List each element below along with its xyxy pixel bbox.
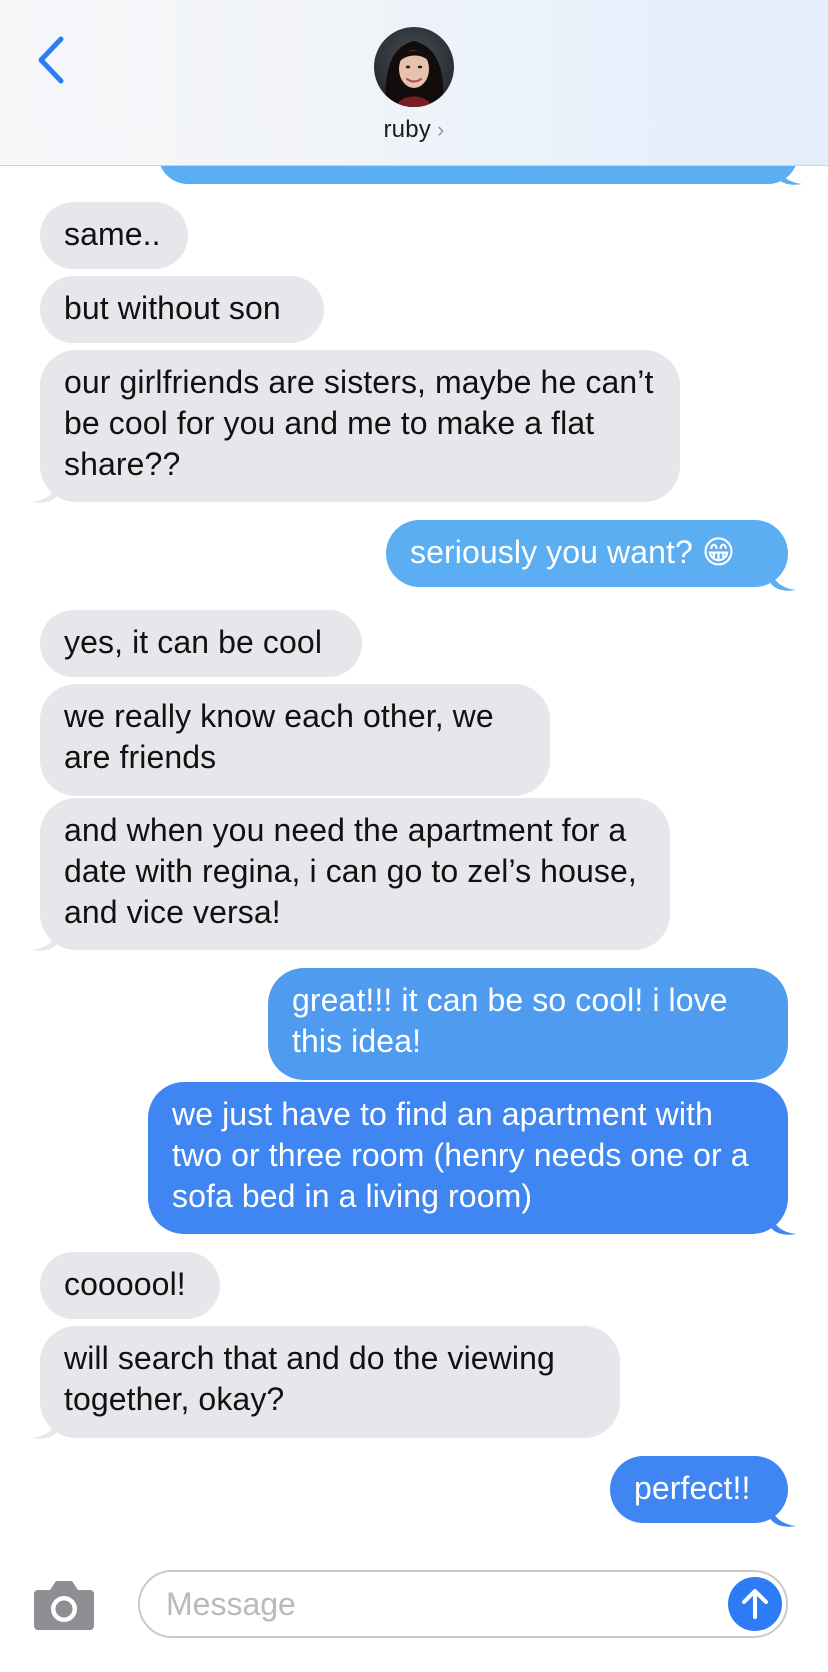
message-text: seriously you want? 😁 [410,534,736,570]
conversation-transcript[interactable]: same.. but without son our girlfriends a… [0,0,828,1672]
message-text: perfect!! [634,1470,751,1506]
camera-icon [34,1581,94,1630]
bubble-tail [32,478,58,503]
contact-name: ruby [383,116,431,143]
arrow-up-icon [742,1589,768,1619]
contact-avatar[interactable] [374,27,454,107]
camera-button[interactable] [32,1576,96,1632]
message-bubble-received[interactable]: will search that and do the viewing toge… [40,1326,620,1438]
message-bubble-sent[interactable]: seriously you want? 😁 [386,520,788,587]
message-input[interactable]: Message [138,1570,788,1638]
bubble-tail [32,1414,58,1439]
bubble-tail [32,926,58,951]
message-bubble-received[interactable]: yes, it can be cool [40,610,362,677]
message-bubble-sent[interactable]: we just have to find an apartment with t… [148,1082,788,1234]
message-input-placeholder: Message [166,1585,296,1622]
bubble-tail [770,1502,796,1527]
messages-screen: same.. but without son our girlfriends a… [0,0,828,1672]
message-bubble-received[interactable]: but without son [40,276,324,343]
message-text: we just have to find an apartment with t… [172,1096,749,1214]
message-text: our girlfriends are sisters, maybe he ca… [64,364,654,482]
chevron-right-icon: › [436,117,445,142]
message-text: same.. [64,216,161,252]
message-text: we really know each other, we are friend… [64,698,494,775]
message-text: and when you need the apartment for a da… [64,812,637,930]
message-bubble-received[interactable]: and when you need the apartment for a da… [40,798,670,950]
message-text: yes, it can be cool [64,624,323,660]
message-text: but without son [64,290,281,326]
message-bubble-received[interactable]: same.. [40,202,188,269]
bubble-tail [770,566,796,591]
contact-name-button[interactable]: ruby › [0,116,828,144]
send-button[interactable] [728,1577,782,1631]
chevron-left-icon [38,36,64,84]
conversation-header: ruby › [0,0,828,166]
message-bubble-received[interactable]: our girlfriends are sisters, maybe he ca… [40,350,680,502]
back-button[interactable] [22,28,78,92]
message-bubble-sent[interactable]: great!!! it can be so cool! i love this … [268,968,788,1080]
message-bubble-sent[interactable]: perfect!! [610,1456,788,1523]
message-text: coooool! [64,1266,186,1302]
message-bubble-received[interactable]: we really know each other, we are friend… [40,684,550,796]
avatar-photo [374,27,454,107]
bubble-tail [770,1210,796,1235]
message-bubble-received[interactable]: coooool! [40,1252,220,1319]
message-text: will search that and do the viewing toge… [64,1340,555,1417]
message-text: great!!! it can be so cool! i love this … [292,982,728,1059]
